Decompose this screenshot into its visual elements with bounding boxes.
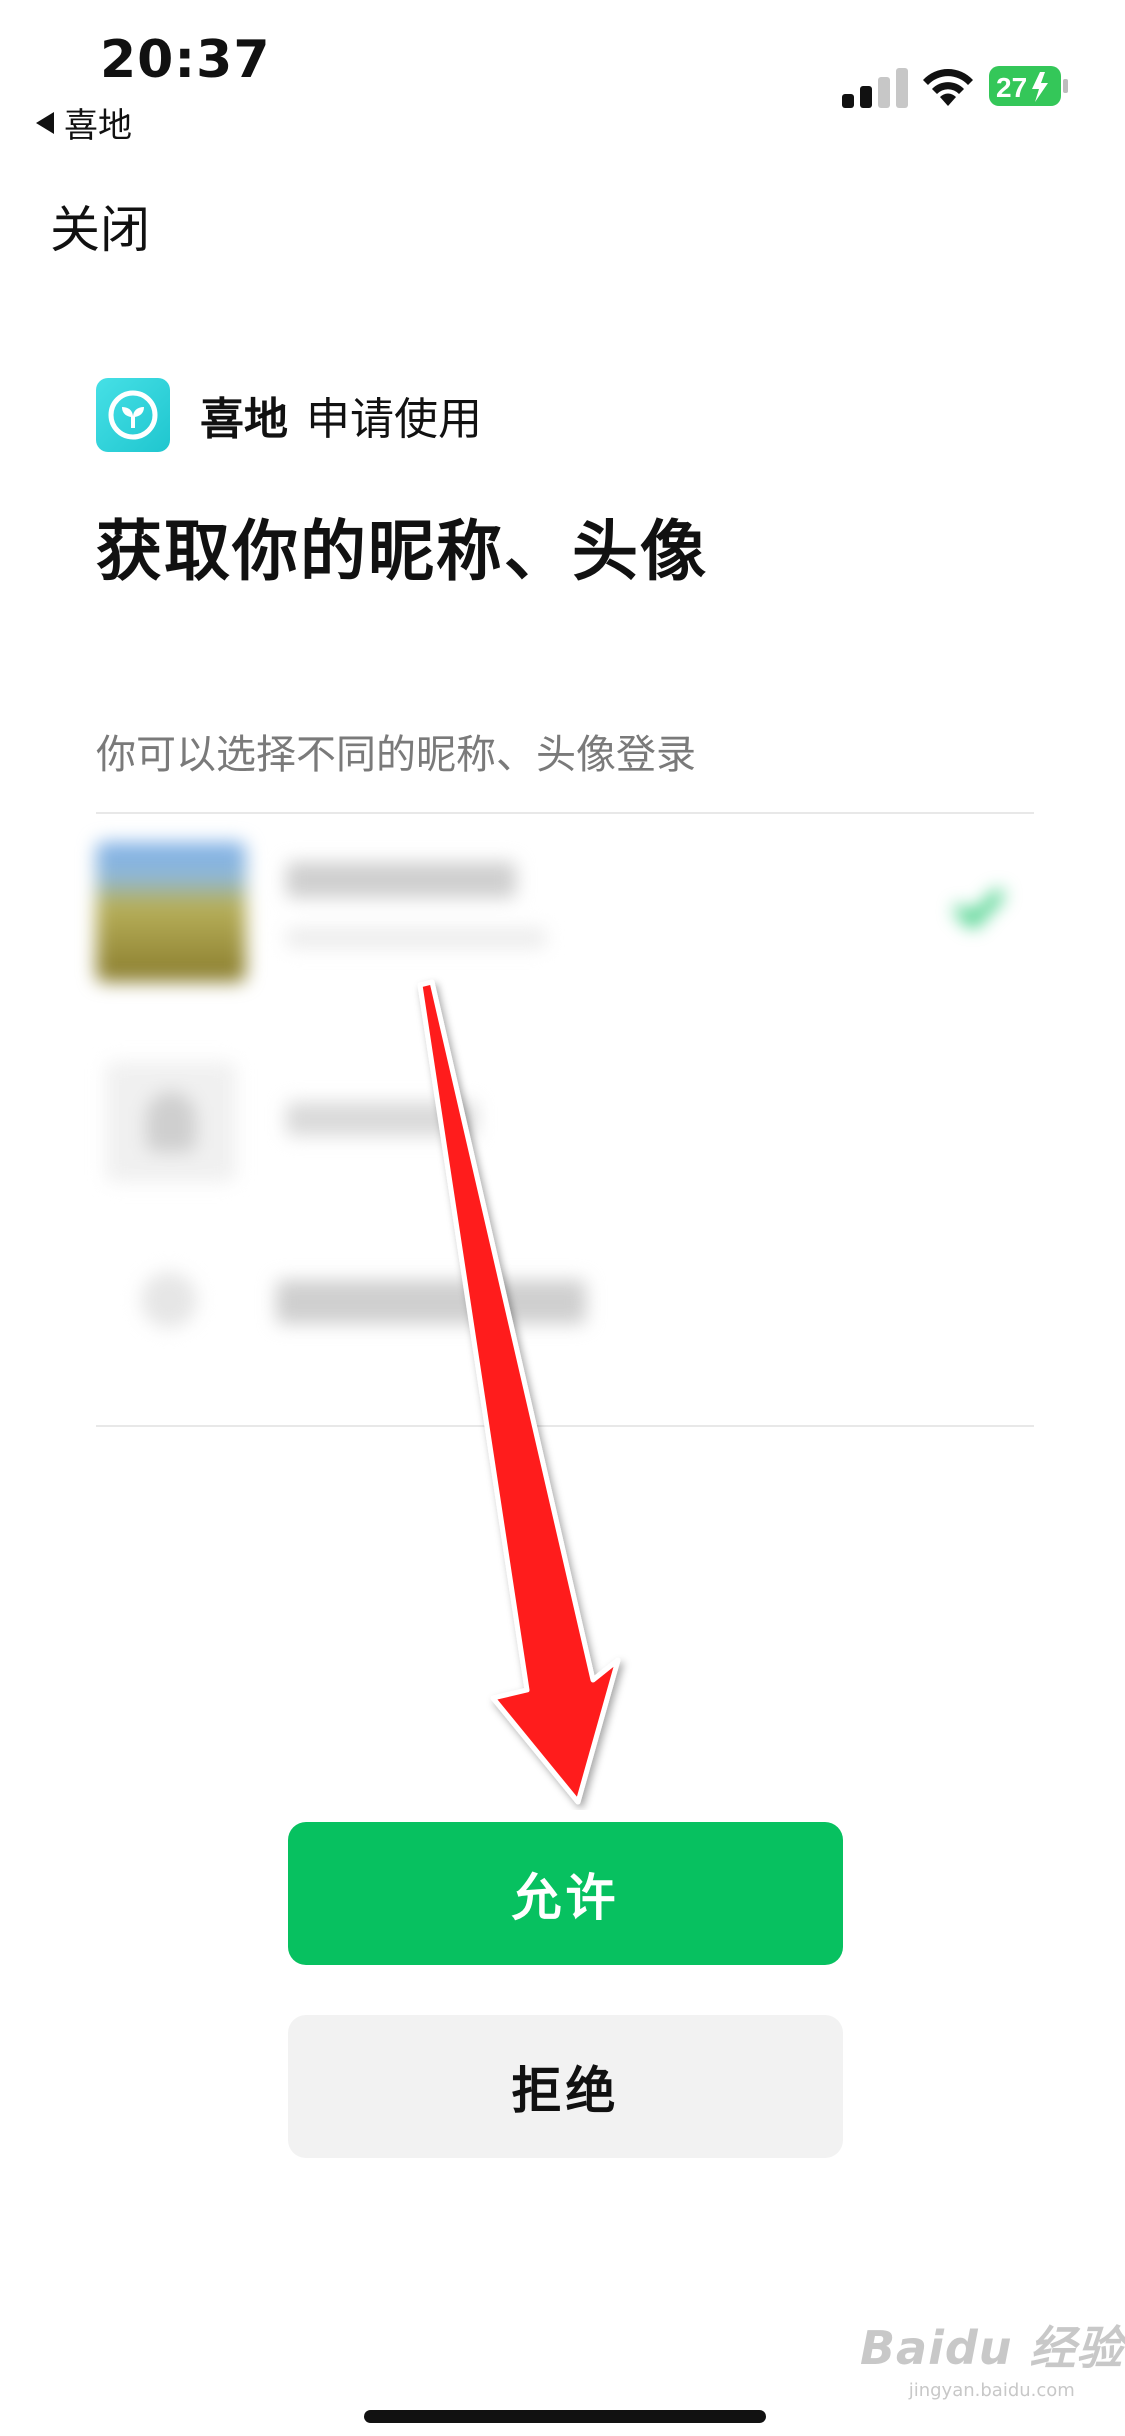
close-button[interactable]: 关闭 <box>50 190 150 262</box>
home-indicator[interactable] <box>364 2410 766 2423</box>
battery-icon: 27 <box>989 66 1068 106</box>
avatar <box>96 842 246 982</box>
page-title: 获取你的昵称、头像 <box>96 513 708 590</box>
app-request-row: 喜地 申请使用 <box>96 378 482 452</box>
back-app-label: 喜地 <box>64 106 132 146</box>
allow-button[interactable]: 允许 <box>288 1822 843 1965</box>
battery-level: 27 <box>996 72 1027 103</box>
signal-icon <box>842 66 908 108</box>
back-to-app-button[interactable]: 喜地 <box>36 98 132 147</box>
watermark-main: Baidu 经验 <box>860 2321 1124 2375</box>
app-logo-icon <box>96 378 170 452</box>
check-icon <box>954 888 1005 929</box>
annotation-arrow-icon <box>417 979 621 1805</box>
hint-text: 你可以选择不同的昵称、头像登录 <box>96 732 696 778</box>
watermark-sub: jingyan.baidu.com <box>908 2380 1075 2401</box>
deny-button[interactable]: 拒绝 <box>288 2015 843 2158</box>
back-arrow-icon <box>36 111 54 134</box>
app-name: 喜地 <box>200 394 288 445</box>
request-text: 申请使用 <box>306 394 482 445</box>
watermark: Baidu 经验 jingyan.baidu.com <box>860 2312 1124 2401</box>
wifi-icon <box>923 69 973 106</box>
status-time: 20:37 <box>100 30 271 90</box>
